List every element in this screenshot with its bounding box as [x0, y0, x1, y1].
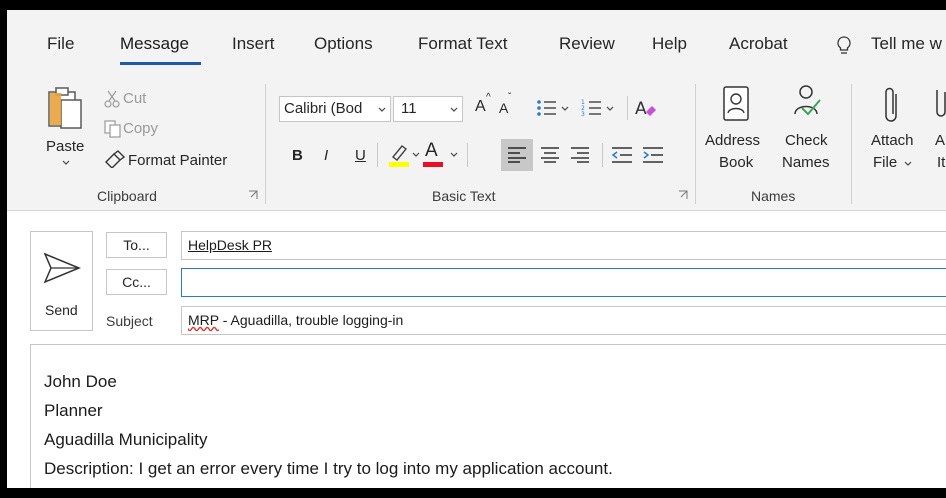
- chevron-down-icon[interactable]: [904, 161, 912, 167]
- send-icon: [43, 252, 81, 284]
- paperclip-icon[interactable]: [883, 86, 901, 126]
- outlook-compose-window: File Message Insert Options Format Text …: [7, 10, 946, 488]
- paste-label[interactable]: Paste: [46, 138, 84, 155]
- shrink-caret-icon: ˇ: [508, 92, 512, 103]
- grow-font-button[interactable]: A: [475, 98, 486, 116]
- check-names-icon[interactable]: [786, 82, 826, 122]
- font-name-value: Calibri (Bod: [284, 100, 363, 117]
- body-line: Aguadilla Municipality: [44, 430, 208, 449]
- font-size-box[interactable]: 11: [393, 96, 463, 122]
- ribbon-tabs: File Message Insert Options Format Text …: [7, 10, 946, 76]
- address-book-icon[interactable]: [722, 86, 750, 122]
- chevron-down-icon[interactable]: [412, 152, 420, 158]
- address-book-label-2[interactable]: Book: [719, 154, 753, 171]
- shrink-font-button[interactable]: A: [499, 100, 508, 116]
- clear-formatting-icon[interactable]: A: [634, 96, 658, 120]
- subject-misspelled-word: MRP: [188, 312, 219, 328]
- attach-item-label-2[interactable]: It: [937, 154, 945, 171]
- tab-options[interactable]: Options: [314, 34, 373, 54]
- align-left-icon: [508, 147, 526, 163]
- lightbulb-icon: [837, 36, 851, 54]
- ribbon-divider: [377, 143, 378, 167]
- paste-icon[interactable]: [47, 86, 85, 132]
- ribbon-divider: [851, 84, 852, 204]
- attach-item-label-1[interactable]: A: [935, 132, 945, 149]
- ribbon-divider: [602, 143, 603, 167]
- font-name-box[interactable]: Calibri (Bod: [279, 96, 391, 122]
- names-group-label: Names: [751, 188, 796, 204]
- ribbon-divider: [265, 84, 266, 204]
- tab-acrobat[interactable]: Acrobat: [729, 34, 788, 54]
- address-book-label-1[interactable]: Address: [705, 132, 760, 149]
- grow-caret-icon: ^: [486, 92, 491, 103]
- check-names-label-1[interactable]: Check: [785, 132, 828, 149]
- ribbon-divider: [627, 96, 628, 120]
- tab-format-text[interactable]: Format Text: [418, 34, 507, 54]
- bullets-icon[interactable]: [536, 98, 576, 118]
- clipboard-group-label: Clipboard: [97, 188, 157, 204]
- italic-button[interactable]: I: [324, 147, 328, 164]
- format-painter-icon: [105, 150, 126, 168]
- subject-field[interactable]: MRP - Aguadilla, trouble logging-in: [181, 306, 946, 335]
- subject-label: Subject: [106, 313, 153, 329]
- svg-text:3: 3: [581, 111, 585, 118]
- send-label: Send: [45, 302, 78, 318]
- ribbon-divider: [467, 143, 468, 167]
- svg-text:A: A: [635, 99, 647, 119]
- tab-insert[interactable]: Insert: [232, 34, 275, 54]
- align-right-icon[interactable]: [570, 147, 590, 163]
- tab-tell-me[interactable]: Tell me w: [871, 34, 942, 54]
- message-body[interactable]: John Doe Planner Aguadilla Municipality …: [30, 344, 946, 488]
- attach-file-label-2[interactable]: File: [873, 154, 897, 171]
- tab-review[interactable]: Review: [559, 34, 615, 54]
- copy-button[interactable]: Copy: [123, 120, 158, 137]
- scissors-icon: [104, 90, 120, 108]
- to-button[interactable]: To...: [106, 232, 167, 258]
- dialog-launcher-icon[interactable]: [248, 190, 258, 200]
- basic-text-group-label: Basic Text: [432, 188, 496, 204]
- cc-field[interactable]: [181, 268, 946, 297]
- tab-help[interactable]: Help: [652, 34, 687, 54]
- align-center-icon[interactable]: [540, 147, 560, 163]
- chevron-down-icon[interactable]: [450, 107, 458, 113]
- cc-button[interactable]: Cc...: [106, 269, 167, 295]
- recipient-chip[interactable]: HelpDesk PR: [188, 237, 272, 253]
- body-line: John Doe: [44, 372, 117, 391]
- chevron-down-icon[interactable]: [62, 160, 70, 166]
- attach-file-label-1[interactable]: Attach: [871, 132, 914, 149]
- subject-text: - Aguadilla, trouble logging-in: [218, 312, 404, 328]
- font-size-value: 11: [401, 100, 417, 117]
- decrease-indent-icon[interactable]: [611, 147, 633, 163]
- format-painter-button[interactable]: Format Painter: [128, 152, 227, 169]
- copy-icon: [104, 120, 121, 138]
- body-line: Description: I get an error every time I…: [44, 459, 613, 478]
- align-left-button[interactable]: [501, 139, 533, 171]
- to-field[interactable]: HelpDesk PR: [181, 231, 946, 260]
- font-color-button[interactable]: A: [425, 140, 438, 162]
- cut-button[interactable]: Cut: [123, 90, 146, 107]
- attach-item-icon[interactable]: [936, 86, 946, 126]
- tab-file[interactable]: File: [47, 34, 74, 54]
- ribbon-divider: [695, 84, 696, 204]
- body-line: Planner: [44, 401, 103, 420]
- check-names-label-2[interactable]: Names: [782, 154, 830, 171]
- underline-button[interactable]: U: [355, 147, 366, 164]
- chevron-down-icon[interactable]: [450, 152, 458, 158]
- send-button[interactable]: Send: [30, 231, 93, 331]
- bold-button[interactable]: B: [292, 147, 303, 164]
- highlighter-icon[interactable]: [388, 142, 410, 168]
- active-tab-indicator: [120, 62, 201, 65]
- ribbon: Paste Cut Copy Format Painter Clipboard: [7, 76, 946, 211]
- numbering-icon[interactable]: 1 2 3: [581, 98, 621, 118]
- increase-indent-icon[interactable]: [642, 147, 664, 163]
- dialog-launcher-icon[interactable]: [678, 190, 688, 200]
- font-color-swatch: [423, 162, 443, 167]
- chevron-down-icon[interactable]: [378, 107, 386, 113]
- tab-message[interactable]: Message: [120, 34, 189, 54]
